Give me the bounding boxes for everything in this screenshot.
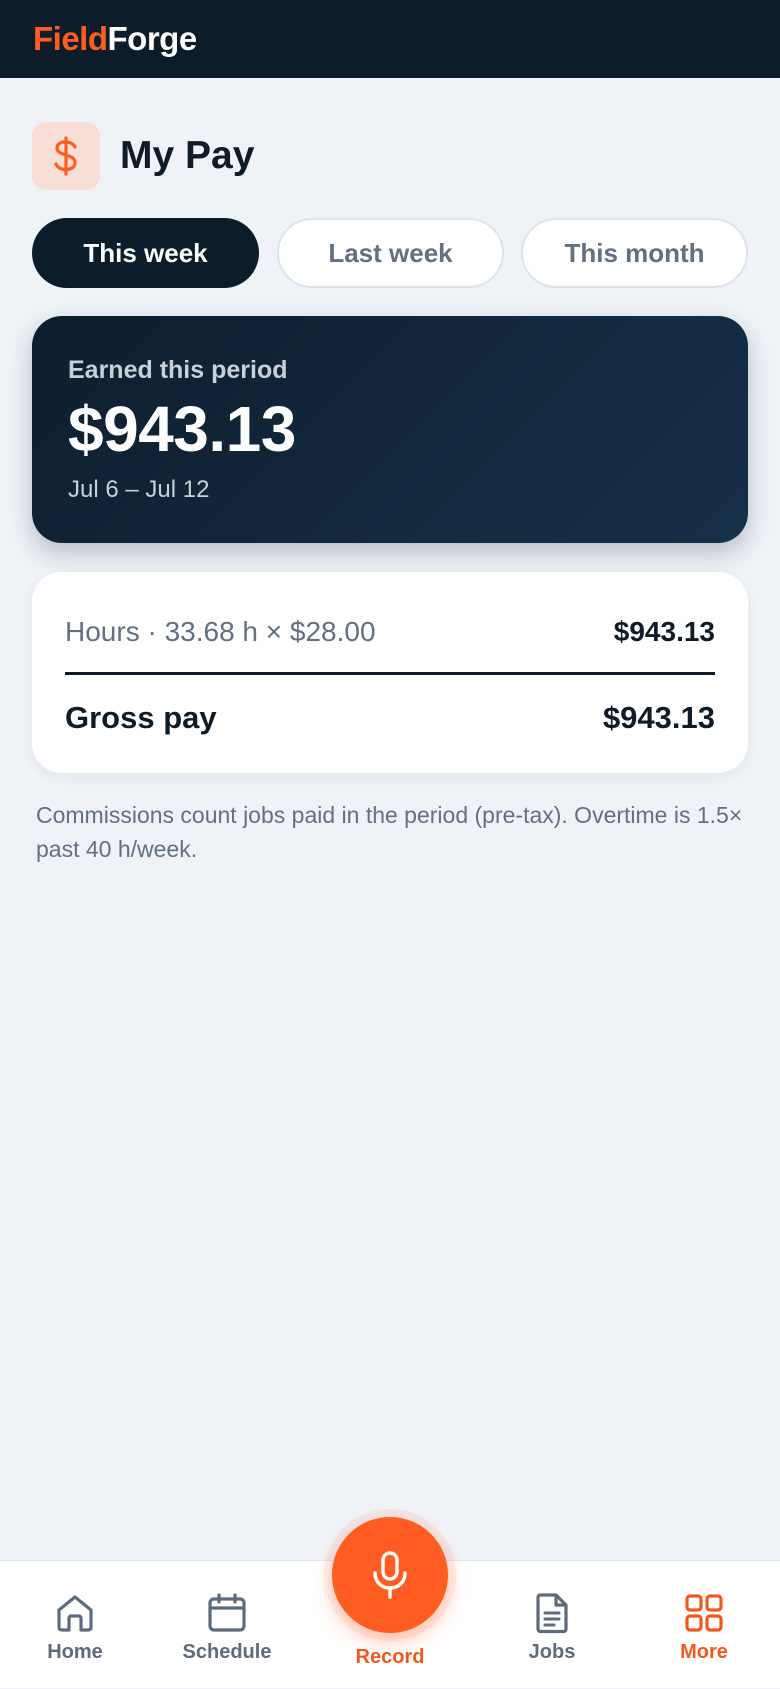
- tab-this-week[interactable]: This week: [32, 218, 259, 288]
- hours-label: Hours · 33.68 h × $28.00: [65, 616, 376, 647]
- app-header: FieldForge: [0, 0, 780, 78]
- tab-this-month[interactable]: This month: [521, 218, 748, 288]
- microphone-icon: [373, 1551, 407, 1599]
- grid-icon: [685, 1594, 723, 1632]
- tab-last-week[interactable]: Last week: [277, 218, 504, 288]
- calendar-icon: [208, 1593, 246, 1632]
- page-title: My Pay: [120, 134, 255, 177]
- earnings-date-range: Jul 6 – Jul 12: [68, 476, 210, 503]
- hours-row: Hours · 33.68 h × $28.00 $943.13: [65, 612, 715, 652]
- pay-footnote: Commissions count jobs paid in the perio…: [36, 802, 743, 862]
- gross-pay-row: Gross pay $943.13: [65, 694, 715, 742]
- nav-more[interactable]: More: [644, 1561, 764, 1689]
- brand-part-field: Field: [33, 20, 108, 57]
- home-icon: [57, 1595, 93, 1632]
- divider: [65, 672, 715, 675]
- brand-part-forge: Forge: [107, 20, 198, 57]
- earnings-card: Earned this period $943.13 Jul 6 – Jul 1…: [32, 316, 748, 543]
- nav-home-label: Home: [47, 1641, 103, 1663]
- nav-home[interactable]: Home: [15, 1561, 135, 1689]
- hours-value: $943.13: [613, 616, 715, 647]
- record-label: Record: [355, 1646, 425, 1668]
- nav-schedule[interactable]: Schedule: [167, 1561, 287, 1689]
- page-header: My Pay: [32, 122, 254, 190]
- document-icon: [536, 1593, 568, 1634]
- nav-schedule-label: Schedule: [182, 1641, 272, 1663]
- nav-jobs[interactable]: Jobs: [492, 1561, 612, 1689]
- record-button[interactable]: [332, 1517, 448, 1633]
- earnings-amount: $943.13: [68, 393, 296, 465]
- period-tabs: This week Last week This month: [32, 218, 748, 288]
- earnings-label: Earned this period: [68, 356, 288, 384]
- nav-jobs-label: Jobs: [528, 1641, 576, 1663]
- gross-pay-label: Gross pay: [65, 700, 217, 735]
- gross-pay-value: $943.13: [602, 700, 715, 735]
- brand-logo[interactable]: FieldForge: [33, 20, 197, 58]
- nav-more-label: More: [680, 1641, 728, 1663]
- dollar-icon: [32, 122, 100, 190]
- pay-breakdown-card: Hours · 33.68 h × $28.00 $943.13 Gross p…: [32, 572, 748, 773]
